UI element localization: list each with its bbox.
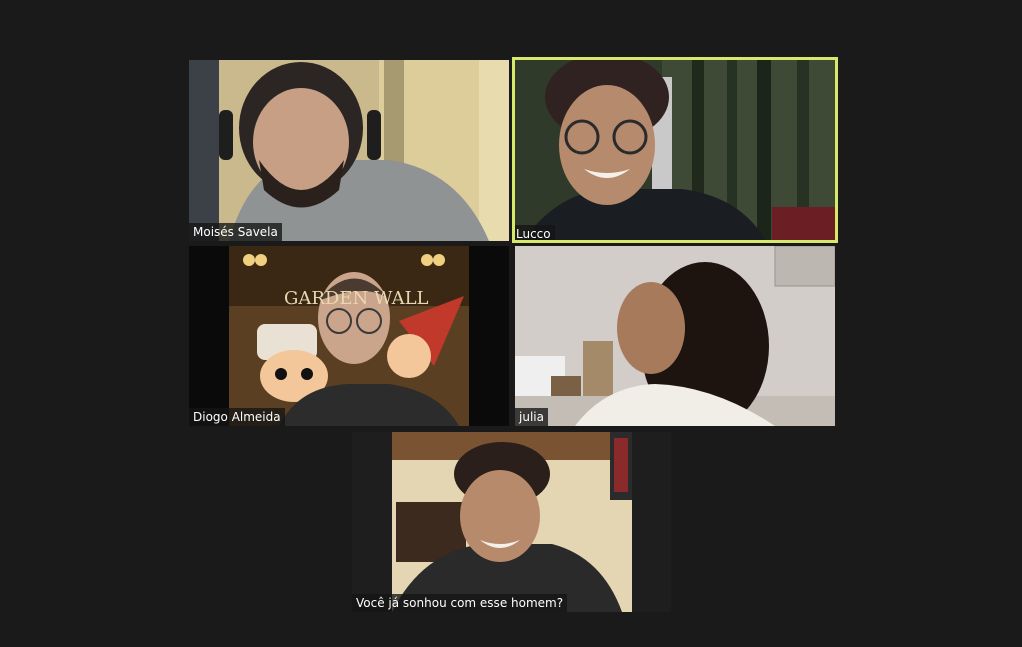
participant-name-label: Você já sonhou com esse homem? <box>352 594 568 612</box>
video-call-gallery: Moisés Savela Lucco GARDEN WALL Diogo Al… <box>0 0 1022 647</box>
participant-name-label: Diogo Almeida <box>189 408 285 426</box>
video-tile-moises-savela[interactable]: Moisés Savela <box>189 60 509 241</box>
participant-video-feed <box>512 57 838 243</box>
participant-name-label: Lucco <box>512 225 555 243</box>
participant-video-feed <box>352 432 671 612</box>
video-tile-screen-name[interactable]: Você já sonhou com esse homem? <box>352 432 671 612</box>
participant-video-feed: GARDEN WALL <box>189 246 509 426</box>
video-tile-lucco[interactable]: Lucco <box>512 57 838 243</box>
participant-name-label: Moisés Savela <box>189 223 282 241</box>
participant-name-label: julia <box>515 408 548 426</box>
video-tile-julia[interactable]: julia <box>515 246 835 426</box>
participant-video-feed <box>515 246 835 426</box>
poster-title-text: GARDEN WALL <box>284 288 429 309</box>
participant-video-feed <box>189 60 509 241</box>
video-tile-diogo-almeida[interactable]: GARDEN WALL Diogo Almeida <box>189 246 509 426</box>
